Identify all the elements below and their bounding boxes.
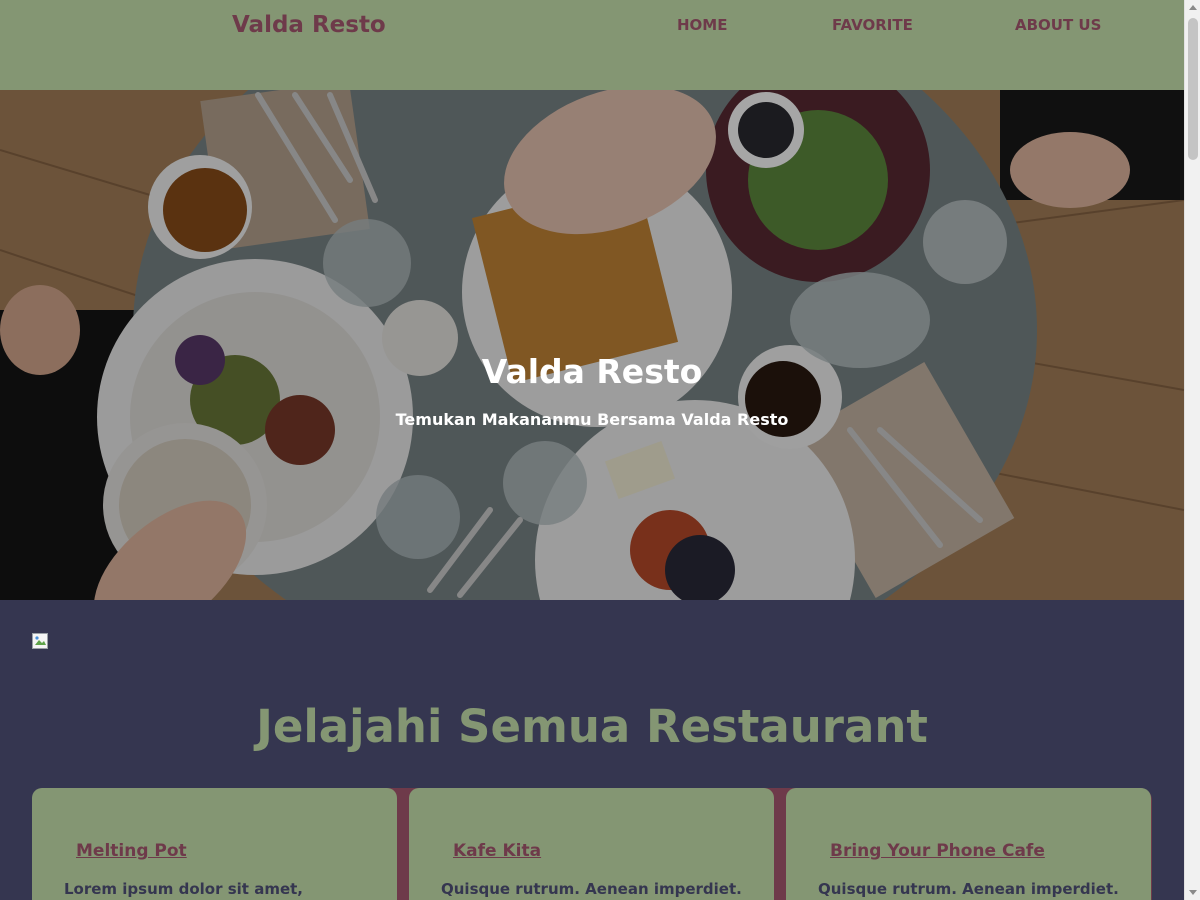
restaurant-card-description: Quisque rutrum. Aenean imperdiet. (441, 880, 742, 898)
hero-banner: Valda Resto Temukan Makananmu Bersama Va… (0, 90, 1184, 600)
hero-subtitle: Temukan Makananmu Bersama Valda Resto (395, 410, 789, 429)
restaurant-card-description: Lorem ipsum dolor sit amet, (64, 880, 303, 898)
scrollbar-thumb[interactable] (1188, 18, 1198, 160)
broken-image-icon (32, 633, 48, 649)
nav-link-about-us[interactable]: ABOUT US (1015, 16, 1101, 34)
restaurant-card-title[interactable]: Bring Your Phone Cafe (830, 841, 1045, 861)
restaurant-card: Kafe Kita Quisque rutrum. Aenean imperdi… (409, 788, 774, 900)
restaurant-card: Melting Pot Lorem ipsum dolor sit amet, (32, 788, 397, 900)
hero-title: Valda Resto (481, 352, 703, 391)
scroll-down-arrow-icon[interactable] (1189, 890, 1197, 895)
restaurant-card: Bring Your Phone Cafe Quisque rutrum. Ae… (786, 788, 1151, 900)
restaurant-card-description: Quisque rutrum. Aenean imperdiet. (818, 880, 1119, 898)
site-header: Valda Resto HOME FAVORITE ABOUT US (0, 0, 1184, 90)
nav-link-home[interactable]: HOME (677, 16, 727, 34)
section-title: Jelajahi Semua Restaurant (256, 700, 928, 753)
hero-overlay (0, 90, 1184, 600)
hero-background-image (0, 90, 1184, 600)
brand-logo-text[interactable]: Valda Resto (232, 12, 386, 38)
restaurant-card-title[interactable]: Kafe Kita (453, 841, 541, 861)
page-scrollbar[interactable] (1184, 0, 1200, 900)
scroll-up-arrow-icon[interactable] (1189, 5, 1197, 10)
nav-link-favorite[interactable]: FAVORITE (832, 16, 913, 34)
restaurant-card-title[interactable]: Melting Pot (76, 841, 187, 861)
